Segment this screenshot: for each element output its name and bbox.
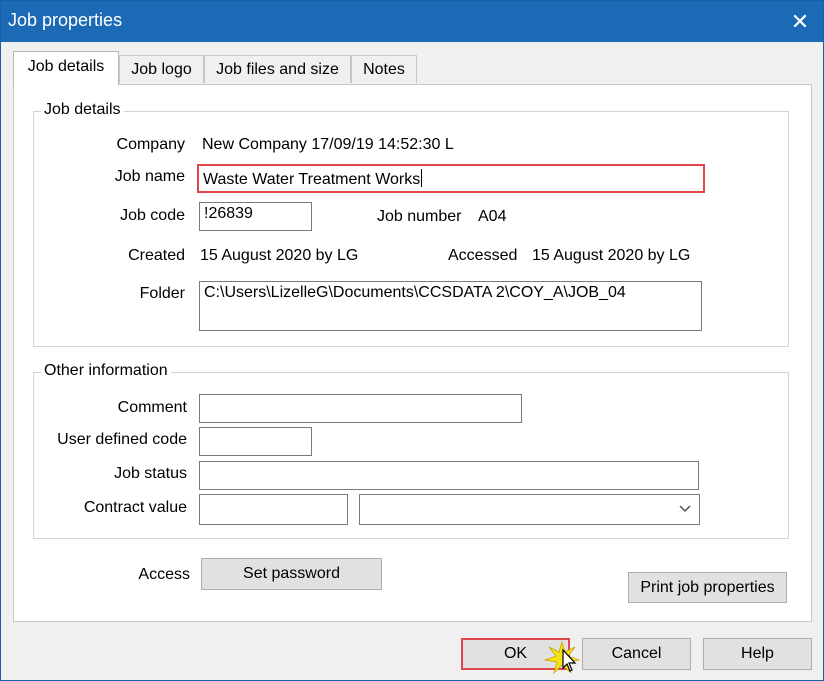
- contract-value-label: Contract value: [83, 499, 187, 516]
- accessed-value: 15 August 2020 by LG: [532, 247, 691, 264]
- title-bar: Job properties ✕: [1, 1, 823, 42]
- contract-value-input[interactable]: [199, 494, 348, 525]
- accessed-label: Accessed: [448, 247, 518, 264]
- set-password-button[interactable]: Set password: [201, 558, 382, 590]
- print-job-properties-button[interactable]: Print job properties: [628, 572, 787, 603]
- tab-job-files-and-size[interactable]: Job files and size: [204, 55, 351, 83]
- job-status-label: Job status: [114, 465, 187, 482]
- cancel-button[interactable]: Cancel: [582, 638, 691, 670]
- company-label: Company: [116, 136, 185, 153]
- text-caret: [421, 169, 423, 187]
- job-name-value: Waste Water Treatment Works: [203, 171, 421, 188]
- folder-label: Folder: [139, 285, 185, 302]
- window-title: Job properties: [8, 10, 123, 30]
- user-defined-code-label: User defined code: [57, 431, 187, 448]
- tab-panel: Job details Company New Company 17/09/19…: [13, 84, 812, 622]
- comment-input[interactable]: [199, 394, 522, 423]
- tab-job-details[interactable]: Job details: [13, 51, 119, 85]
- other-information-group-label: Other information: [41, 362, 171, 380]
- access-label: Access: [138, 566, 190, 583]
- job-code-label: Job code: [120, 207, 185, 224]
- company-value: New Company 17/09/19 14:52:30 L: [202, 136, 454, 153]
- chevron-down-icon: [679, 505, 691, 513]
- job-details-group-label: Job details: [41, 101, 124, 119]
- close-icon[interactable]: ✕: [777, 1, 823, 42]
- user-defined-code-input[interactable]: [199, 427, 312, 456]
- job-number-value: A04: [478, 208, 507, 225]
- comment-label: Comment: [117, 399, 187, 416]
- tab-notes[interactable]: Notes: [351, 55, 417, 83]
- job-number-label: Job number: [377, 208, 462, 225]
- job-name-input[interactable]: Waste Water Treatment Works: [197, 164, 705, 193]
- mouse-pointer-icon: [544, 641, 580, 675]
- job-code-input[interactable]: !26839: [199, 202, 312, 231]
- job-properties-dialog: Job properties ✕ Job details Job logo Jo…: [0, 0, 824, 681]
- created-value: 15 August 2020 by LG: [200, 247, 359, 264]
- folder-field[interactable]: C:\Users\LizelleG\Documents\CCSDATA 2\CO…: [199, 281, 702, 331]
- job-status-input[interactable]: [199, 461, 699, 490]
- job-name-label: Job name: [114, 168, 185, 185]
- help-button[interactable]: Help: [703, 638, 812, 670]
- created-label: Created: [128, 247, 185, 264]
- tab-job-logo[interactable]: Job logo: [119, 55, 204, 83]
- currency-select[interactable]: [359, 494, 700, 525]
